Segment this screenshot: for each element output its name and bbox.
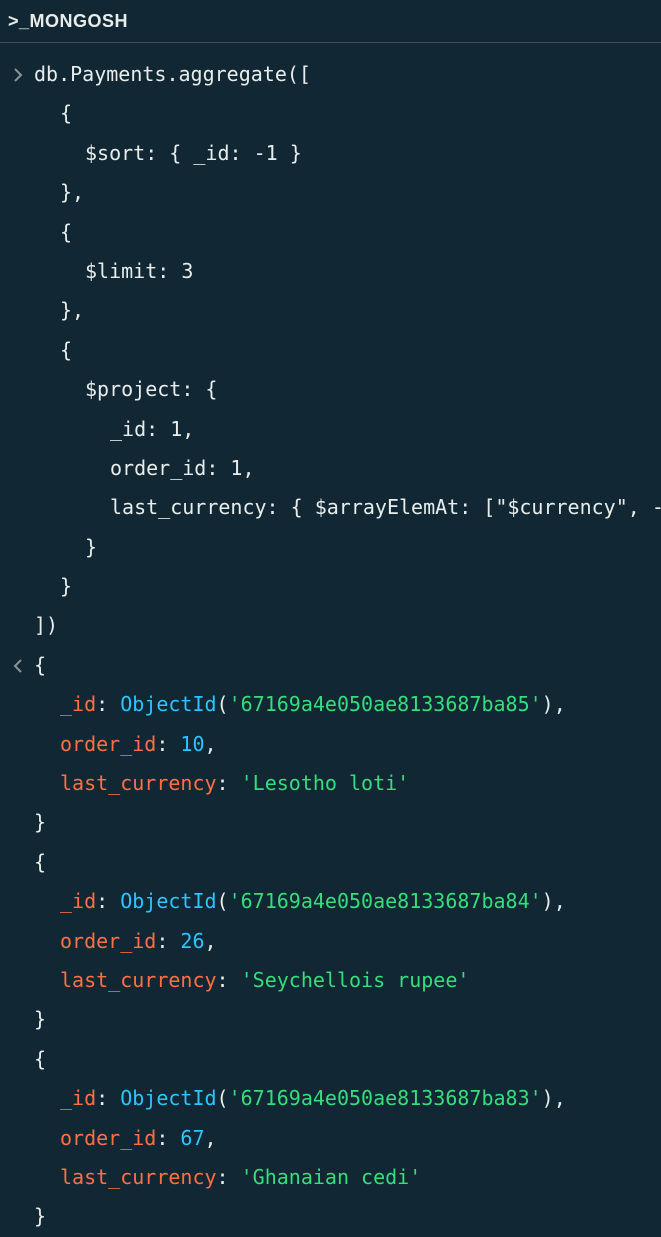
output-line: _id: ObjectId('67169a4e050ae8133687ba83'… — [0, 1079, 661, 1118]
command-text: $project: { — [85, 377, 218, 402]
document-open-brace: { — [34, 652, 47, 677]
output-line: _id: ObjectId('67169a4e050ae8133687ba85'… — [0, 685, 661, 724]
shell-output[interactable]: db.Payments.aggregate([ { $sort: { _id: … — [0, 55, 661, 1237]
output-line: } — [0, 1000, 661, 1039]
input-line: $sort: { _id: -1 } — [0, 134, 661, 173]
output-line: { — [0, 646, 661, 685]
input-line: }, — [0, 173, 661, 212]
document-open-brace: { — [34, 849, 47, 874]
document-close-brace: } — [34, 1007, 47, 1032]
output-line: _id: ObjectId('67169a4e050ae8133687ba84'… — [0, 882, 661, 921]
command-text: db.Payments.aggregate([ — [34, 62, 311, 86]
input-line: $limit: 3 — [0, 252, 661, 291]
input-line: _id: 1, — [0, 410, 661, 449]
document-open-brace: { — [34, 1046, 47, 1071]
output-line: last_currency: 'Ghanaian cedi' — [0, 1158, 661, 1197]
command-text: { — [60, 219, 73, 244]
command-text: $limit: 3 — [85, 258, 194, 283]
output-line: last_currency: 'Seychellois rupee' — [0, 961, 661, 1000]
id-field: _id: ObjectId('67169a4e050ae8133687ba84'… — [60, 889, 566, 914]
last-currency-field: last_currency: 'Lesotho loti' — [60, 771, 410, 796]
document-close-brace: } — [34, 810, 47, 835]
order-id-field: order_id: 10, — [60, 731, 217, 756]
command-text: }, — [60, 180, 85, 205]
output-line: order_id: 26, — [0, 922, 661, 961]
input-line: { — [0, 331, 661, 370]
command-text: } — [85, 534, 98, 559]
command-text: { — [60, 337, 73, 362]
input-line: } — [0, 528, 661, 567]
command-text: } — [60, 574, 73, 599]
command-text: { — [60, 101, 73, 126]
command-text: $sort: { _id: -1 } — [85, 140, 302, 165]
output-line: order_id: 67, — [0, 1119, 661, 1158]
last-currency-field: last_currency: 'Ghanaian cedi' — [60, 1164, 422, 1189]
output-line: } — [0, 1197, 661, 1236]
output-prompt-icon — [10, 646, 26, 685]
command-text: }, — [60, 298, 85, 323]
output-line: } — [0, 803, 661, 842]
command-text: order_id: 1, — [110, 455, 255, 480]
input-line: last_currency: { $arrayElemAt: ["$curren… — [0, 488, 661, 527]
input-line: $project: { — [0, 370, 661, 409]
command-text: _id: 1, — [110, 416, 195, 441]
output-line: last_currency: 'Lesotho loti' — [0, 764, 661, 803]
output-line: { — [0, 1040, 661, 1079]
shell-title: >_MONGOSH — [8, 10, 129, 31]
id-field: _id: ObjectId('67169a4e050ae8133687ba85'… — [60, 692, 566, 717]
order-id-field: order_id: 67, — [60, 1125, 217, 1150]
output-line: { — [0, 843, 661, 882]
input-line: { — [0, 213, 661, 252]
input-line: ]) — [0, 606, 661, 645]
shell-header: >_MONGOSH — [0, 0, 661, 43]
last-currency-field: last_currency: 'Seychellois rupee' — [60, 967, 470, 992]
id-field: _id: ObjectId('67169a4e050ae8133687ba83'… — [60, 1086, 566, 1111]
output-line: order_id: 10, — [0, 725, 661, 764]
input-line: }, — [0, 291, 661, 330]
input-line: { — [0, 94, 661, 133]
document-close-brace: } — [34, 1204, 47, 1229]
input-prompt-icon — [10, 55, 26, 94]
order-id-field: order_id: 26, — [60, 928, 217, 953]
command-text: ]) — [34, 613, 59, 638]
input-line: } — [0, 567, 661, 606]
input-line: db.Payments.aggregate([ — [0, 55, 661, 94]
input-line: order_id: 1, — [0, 449, 661, 488]
command-text: last_currency: { $arrayElemAt: ["$curren… — [110, 495, 661, 520]
